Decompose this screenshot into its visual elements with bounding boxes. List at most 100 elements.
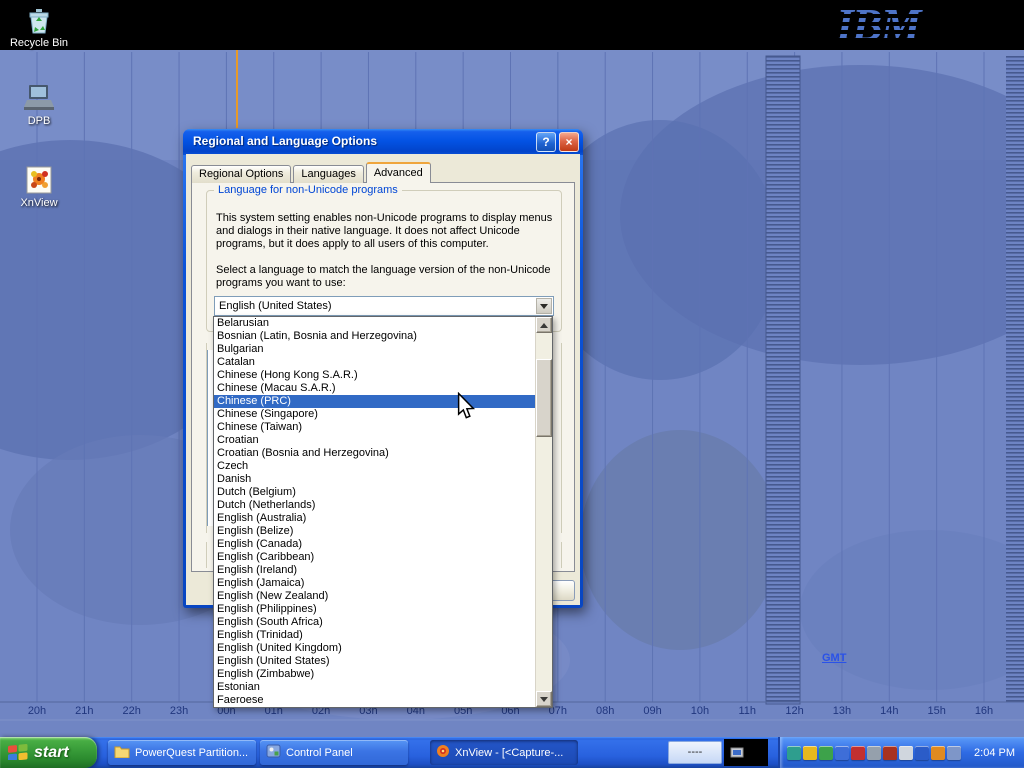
language-option[interactable]: English (Caribbean) (214, 551, 535, 564)
language-option[interactable]: English (Canada) (214, 538, 535, 551)
language-option[interactable]: English (Jamaica) (214, 577, 535, 590)
language-option[interactable]: Chinese (Taiwan) (214, 421, 535, 434)
chevron-down-icon (540, 304, 548, 309)
display-settings-icon[interactable] (915, 746, 929, 760)
language-option[interactable]: Chinese (Hong Kong S.A.R.) (214, 369, 535, 382)
tab-strip: Regional OptionsLanguagesAdvanced (191, 162, 433, 183)
taskbar-button-xnview[interactable]: XnView - [<Capture-... (430, 740, 578, 765)
description-text: This system setting enables non-Unicode … (216, 212, 554, 251)
language-dropdown-list: BelarusianBosnian (Latin, Bosnia and Her… (213, 316, 553, 708)
language-option[interactable]: English (New Zealand) (214, 590, 535, 603)
taskbar: start PowerQuest Partition... Control Pa… (0, 737, 1024, 768)
group-box-caption: Language for non-Unicode programs (214, 184, 402, 196)
language-option[interactable]: Chinese (Singapore) (214, 408, 535, 421)
desktop-icon-dpb[interactable]: DPB (0, 82, 78, 127)
close-button[interactable]: × (559, 132, 579, 152)
regional-and-language-options-dialog: Regional and Language Options ? × Region… (183, 129, 583, 608)
scroll-up-button[interactable] (536, 317, 552, 333)
antivirus-shield-icon[interactable] (819, 746, 833, 760)
language-option[interactable]: Croatian (214, 434, 535, 447)
hidden-group-box-edge (561, 542, 562, 568)
desktop-icon-label: XnView (0, 197, 78, 209)
language-option[interactable]: English (Australia) (214, 512, 535, 525)
dialog-titlebar[interactable]: Regional and Language Options (183, 129, 583, 155)
language-option[interactable]: Czech (214, 460, 535, 473)
removable-device-icon[interactable] (787, 746, 801, 760)
scroll-down-button[interactable] (536, 691, 552, 707)
arrow-down-icon (540, 697, 548, 702)
hour-label: 11h (730, 705, 764, 717)
language-option[interactable]: Bosnian (Latin, Bosnia and Herzegovina) (214, 330, 535, 343)
messenger-icon[interactable] (803, 746, 817, 760)
language-option[interactable]: Dutch (Belgium) (214, 486, 535, 499)
volume-icon[interactable] (899, 746, 913, 760)
hour-label: 10h (683, 705, 717, 717)
language-option[interactable]: English (United States) (214, 655, 535, 668)
folder-icon (114, 745, 130, 761)
language-option[interactable]: Dutch (Netherlands) (214, 499, 535, 512)
mouse-cursor (456, 392, 476, 425)
hour-label: 13h (825, 705, 859, 717)
hour-label: 23h (162, 705, 196, 717)
taskbar-button-control-panel[interactable]: Control Panel (260, 740, 408, 765)
update-icon[interactable] (931, 746, 945, 760)
network-status-icon[interactable] (835, 746, 849, 760)
tray-clock: 2:04 PM (974, 747, 1024, 759)
select-instruction-text: Select a language to match the language … (216, 264, 554, 290)
security-warning-icon[interactable] (883, 746, 897, 760)
tab-languages[interactable]: Languages (293, 165, 363, 183)
language-option[interactable]: English (Zimbabwe) (214, 668, 535, 681)
hour-label: 21h (67, 705, 101, 717)
language-option[interactable]: English (Philippines) (214, 603, 535, 616)
scrollbar[interactable] (535, 317, 552, 707)
hour-label: 08h (588, 705, 622, 717)
windows-flag-icon (7, 740, 29, 765)
language-option[interactable]: Chinese (PRC) (214, 395, 535, 408)
language-option[interactable]: English (Ireland) (214, 564, 535, 577)
app-icon (730, 746, 744, 760)
scrollbar-thumb[interactable] (536, 359, 552, 437)
language-list-items: BelarusianBosnian (Latin, Bosnia and Her… (214, 317, 535, 707)
hour-label: 16h (967, 705, 1001, 717)
hour-label: 09h (636, 705, 670, 717)
language-option[interactable]: English (Belize) (214, 525, 535, 538)
hour-label: 12h (778, 705, 812, 717)
language-option[interactable]: Bulgarian (214, 343, 535, 356)
control-panel-icon (266, 744, 281, 761)
start-button[interactable]: start (0, 737, 97, 768)
desktop-icon-xnview[interactable]: XnView (0, 164, 78, 209)
tab-regional-options[interactable]: Regional Options (191, 165, 291, 183)
language-option[interactable]: Croatian (Bosnia and Herzegovina) (214, 447, 535, 460)
language-option[interactable]: Faeroese (214, 694, 535, 707)
desktop-icon-label: Recycle Bin (0, 37, 78, 49)
alert-icon[interactable] (851, 746, 865, 760)
language-option[interactable]: English (Trinidad) (214, 629, 535, 642)
hour-label: 15h (920, 705, 954, 717)
taskbar-button-powerquest[interactable]: PowerQuest Partition... (108, 740, 256, 765)
xnview-icon (436, 744, 450, 761)
language-option[interactable]: Chinese (Macau S.A.R.) (214, 382, 535, 395)
language-option[interactable]: English (South Africa) (214, 616, 535, 629)
taskbar-button-label: XnView - [<Capture-... (455, 747, 563, 759)
tab-advanced[interactable]: Advanced (366, 162, 431, 183)
language-option[interactable]: Estonian (214, 681, 535, 694)
language-combobox[interactable]: English (United States) (214, 296, 554, 316)
combobox-dropdown-button[interactable] (536, 298, 552, 314)
task-manager-icon[interactable] (867, 746, 881, 760)
language-option[interactable]: Catalan (214, 356, 535, 369)
hidden-group-box-edge (206, 542, 207, 568)
language-option[interactable]: Danish (214, 473, 535, 486)
taskbar-black-segment[interactable] (724, 739, 768, 766)
language-option[interactable]: Belarusian (214, 317, 535, 330)
dialog-title: Regional and Language Options (193, 134, 377, 148)
help-button[interactable]: ? (536, 132, 556, 152)
scheduler-icon[interactable] (947, 746, 961, 760)
ibm-logo: IBM (834, 0, 964, 55)
combobox-value: English (United States) (219, 300, 332, 312)
start-button-label: start (34, 744, 69, 762)
taskbar-mini-toolbar[interactable]: ---- (668, 741, 722, 764)
language-option[interactable]: English (United Kingdom) (214, 642, 535, 655)
gmt-label: GMT (822, 652, 846, 664)
desktop-icon-recycle-bin[interactable]: Recycle Bin (0, 4, 78, 49)
desktop-icon-label: DPB (0, 115, 78, 127)
